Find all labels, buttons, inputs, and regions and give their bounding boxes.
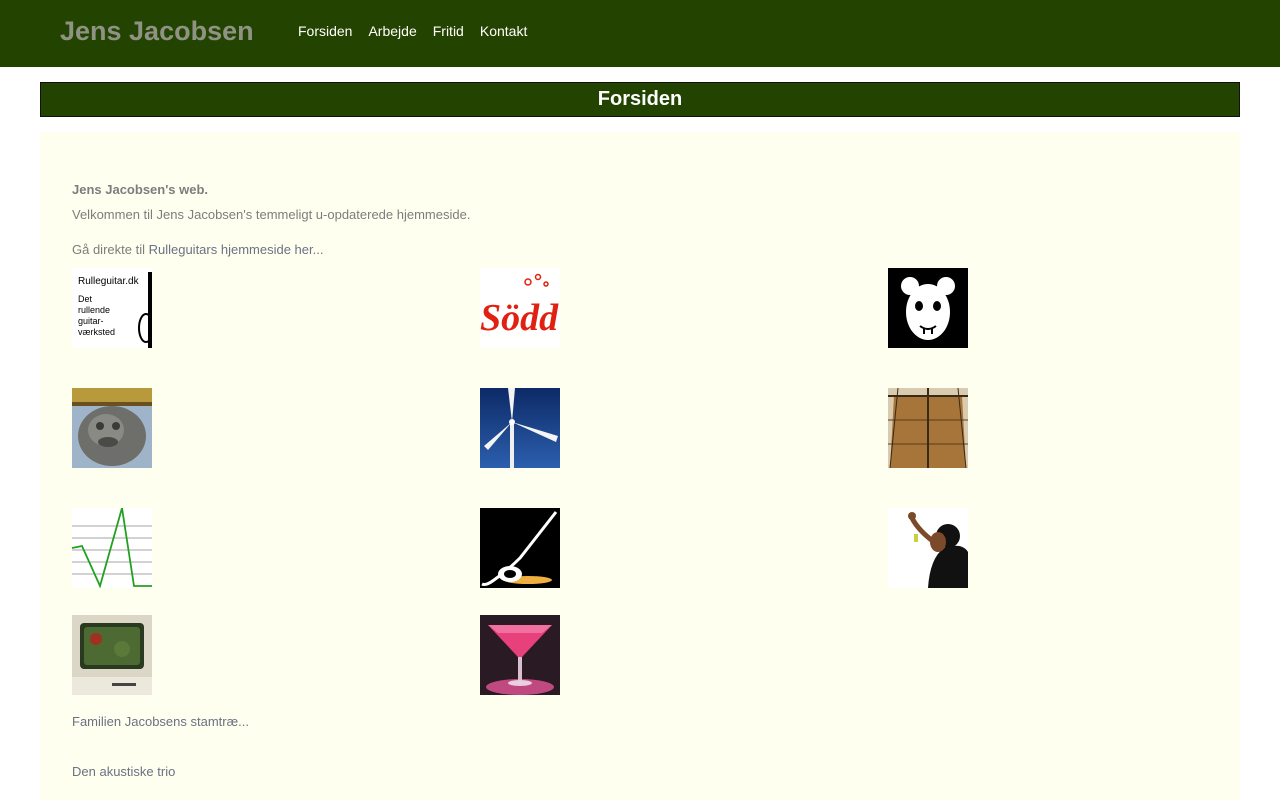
nav-forsiden[interactable]: Forsiden — [298, 23, 352, 39]
mouse-mask-icon — [888, 268, 968, 348]
site-title: Jens Jacobsen — [60, 16, 254, 46]
cocktail-photo-icon — [480, 615, 560, 695]
black-guitar-icon — [480, 508, 560, 588]
cocktail-thumbnail[interactable] — [480, 615, 560, 695]
rulleguitar-logo-line5: værksted — [78, 327, 115, 337]
page-heading-bar: Forsiden — [40, 82, 1240, 117]
stone-lion-thumbnail[interactable] — [72, 388, 152, 468]
rulleguitar-homepage-link[interactable]: Rulleguitars hjemmeside her... — [149, 242, 324, 257]
sailing-ship-photo-icon — [888, 388, 968, 468]
wind-turbine-photo-icon — [480, 388, 560, 468]
intro-text: Velkommen til Jens Jacobsen's temmeligt … — [72, 207, 471, 222]
old-computer-thumbnail[interactable] — [72, 615, 152, 695]
rulleguitar-logo-line1: Rulleguitar.dk — [78, 276, 140, 287]
nav-kontakt[interactable]: Kontakt — [480, 23, 527, 39]
main-nav: Forsiden Arbejde Fritid Kontakt — [298, 23, 527, 39]
sodo-logo-thumbnail[interactable]: Södd — [480, 268, 560, 348]
page-title: Forsiden — [597, 88, 683, 110]
main-content: Jens Jacobsen's web. Velkommen til Jens … — [40, 132, 1240, 800]
family-tree-link[interactable]: Familien Jacobsens stamtræ... — [72, 714, 249, 729]
old-computer-photo-icon — [72, 615, 152, 695]
nav-fritid[interactable]: Fritid — [433, 23, 464, 39]
singer-photo-icon — [888, 508, 968, 588]
green-waveform-icon — [72, 508, 152, 588]
sodo-logo-icon: Södd — [480, 268, 560, 348]
sailing-ship-thumbnail[interactable] — [888, 388, 968, 468]
mouse-mask-thumbnail[interactable] — [888, 268, 968, 348]
green-waveform-thumbnail[interactable] — [72, 508, 152, 588]
nav-arbejde[interactable]: Arbejde — [368, 23, 416, 39]
sodo-logo-text: Södd — [480, 297, 559, 339]
rulleguitar-logo-line2: Det — [78, 294, 93, 304]
singer-thumbnail[interactable] — [888, 508, 968, 588]
acoustic-trio-link[interactable]: Den akustiske trio — [72, 764, 175, 779]
rulleguitar-logo-thumbnail[interactable]: Rulleguitar.dk Det rullende guitar- værk… — [72, 268, 152, 348]
rulleguitar-logo-icon: Rulleguitar.dk Det rullende guitar- værk… — [72, 268, 152, 348]
wind-turbine-thumbnail[interactable] — [480, 388, 560, 468]
black-guitar-thumbnail[interactable] — [480, 508, 560, 588]
intro-title: Jens Jacobsen's web. — [72, 182, 209, 197]
direct-link-line: Gå direkte til Rulleguitars hjemmeside h… — [72, 242, 323, 257]
stone-lion-photo-icon — [72, 388, 152, 468]
direct-link-prefix: Gå direkte til — [72, 242, 149, 257]
rulleguitar-logo-line3: rullende — [78, 305, 110, 315]
top-header-bar: Jens Jacobsen Forsiden Arbejde Fritid Ko… — [0, 0, 1280, 67]
rulleguitar-logo-line4: guitar- — [78, 316, 104, 326]
